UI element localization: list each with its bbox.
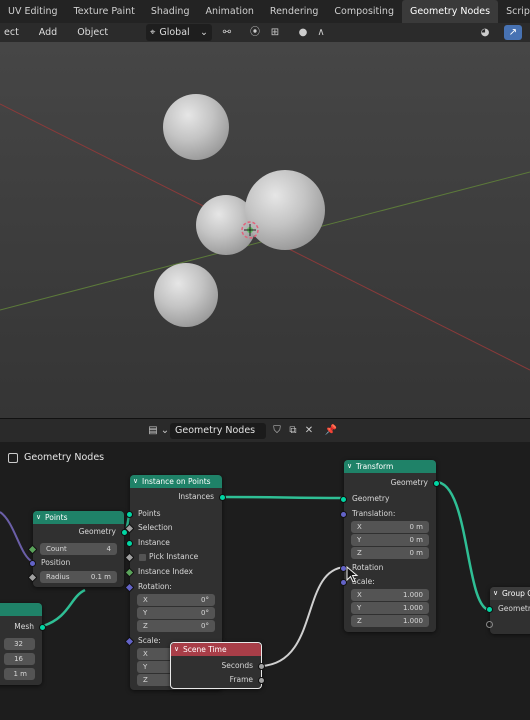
viewport-overlay-icon[interactable]: ◕ xyxy=(476,25,494,40)
translation-y-field[interactable]: Y0 m xyxy=(351,534,429,546)
fake-user-icon[interactable]: ⛉ xyxy=(270,423,284,439)
translation-label: Translation: xyxy=(352,509,396,518)
node-editor-canvas[interactable]: Geometry Nodes Points Geometry Count4 Po… xyxy=(0,442,530,720)
rings-field[interactable]: 16 xyxy=(4,653,35,665)
scale-y-field[interactable]: Y 1.000 xyxy=(351,602,429,614)
uv-sphere-node[interactable]: Mesh 32 16 1 m xyxy=(0,603,46,685)
orientation-value: Global xyxy=(159,27,190,38)
geometry-input-socket[interactable] xyxy=(486,606,493,613)
tab-compositing[interactable]: Compositing xyxy=(326,0,402,23)
orientation-icon: ⌖ xyxy=(150,27,156,38)
points-input-label: Points xyxy=(138,509,161,518)
seconds-output-label: Seconds xyxy=(221,661,253,670)
mouse-cursor-icon xyxy=(346,566,359,583)
selection-input-label: Selection xyxy=(138,523,173,532)
points-input-socket[interactable] xyxy=(126,511,133,518)
rotation-z-field[interactable]: Z 0° xyxy=(137,620,215,632)
pin-icon[interactable]: 📌 xyxy=(324,423,338,439)
menu-add[interactable]: Add xyxy=(35,27,61,38)
translation-x-field[interactable]: X0 m xyxy=(351,521,429,533)
snap-target-icon[interactable]: ⊞ xyxy=(266,25,284,40)
instance-on-points-node-header[interactable]: Instance on Points xyxy=(130,475,222,488)
geometry-input-socket[interactable] xyxy=(340,496,347,503)
duplicate-icon[interactable]: ⧉ xyxy=(286,423,300,439)
pick-instance-checkbox[interactable] xyxy=(139,554,146,561)
viewport-header: ect Add Object ⌖ Global ⌄ ⚯ ⦿ ⊞ ● ∧ ◕ ↗ xyxy=(0,23,530,42)
instances-output-label: Instances xyxy=(178,492,214,501)
geometry-output-socket[interactable] xyxy=(433,480,440,487)
segments-field[interactable]: 32 xyxy=(4,638,35,650)
translation-z-field[interactable]: Z0 m xyxy=(351,547,429,559)
snap-icon[interactable]: ⦿ xyxy=(246,25,264,40)
count-field[interactable]: Count 4 xyxy=(40,543,117,555)
geometry-input-label: Geometry xyxy=(352,494,390,503)
tab-animation[interactable]: Animation xyxy=(197,0,261,23)
radius-field[interactable]: 1 m xyxy=(4,668,35,680)
scale-x-field[interactable]: X 1.000 xyxy=(351,589,429,601)
menu-object[interactable]: Object xyxy=(73,27,112,38)
position-input-socket[interactable] xyxy=(29,560,36,567)
uv-sphere-node-header[interactable] xyxy=(0,603,42,616)
menu-object-partial[interactable]: ect xyxy=(0,27,23,38)
empty-input-socket[interactable] xyxy=(486,621,493,628)
rotation-x-field[interactable]: X 0° xyxy=(137,594,215,606)
scene-time-node[interactable]: Scene Time Seconds Frame xyxy=(170,642,265,689)
tab-scripting[interactable]: Scripting xyxy=(498,0,530,23)
geometry-output-label: Geometry xyxy=(390,478,428,487)
node-editor-header: ▤ ⌄ Geometry Nodes ⛉ ⧉ ✕ 📌 xyxy=(0,418,530,442)
falloff-icon[interactable]: ∧ xyxy=(312,25,330,40)
instances-output-socket[interactable] xyxy=(219,494,226,501)
scale-z-field[interactable]: Z 1.000 xyxy=(351,615,429,627)
tab-shading[interactable]: Shading xyxy=(143,0,198,23)
instance-input-label: Instance xyxy=(138,538,170,547)
group-output-node[interactable]: Group O Geometry xyxy=(486,587,530,634)
node-tree-name-field[interactable]: Geometry Nodes xyxy=(170,423,266,439)
gizmo-icon[interactable]: ↗ xyxy=(504,25,522,40)
rotation-label: Rotation: xyxy=(138,582,172,591)
origin-icon xyxy=(241,221,259,239)
instance-index-label: Instance Index xyxy=(138,567,193,576)
tab-rendering[interactable]: Rendering xyxy=(262,0,327,23)
close-icon[interactable]: ✕ xyxy=(302,423,316,439)
group-output-node-header[interactable]: Group O xyxy=(490,587,530,600)
pivot-icon[interactable]: ⚯ xyxy=(218,25,236,40)
mesh-output-socket[interactable] xyxy=(39,624,46,631)
3d-viewport[interactable] xyxy=(0,42,530,418)
geometry-input-label: Geometry xyxy=(498,604,530,613)
transform-node-header[interactable]: Transform xyxy=(344,460,436,473)
transform-orientation-dropdown[interactable]: ⌖ Global ⌄ xyxy=(146,24,212,41)
points-node[interactable]: Points Geometry Count4 Position Radius0.… xyxy=(27,511,128,587)
frame-output-label: Frame xyxy=(229,675,253,684)
scene-time-node-header[interactable]: Scene Time xyxy=(171,643,261,656)
seconds-output-socket[interactable] xyxy=(258,663,265,670)
rotation-y-field[interactable]: Y 0° xyxy=(137,607,215,619)
translation-input-socket[interactable] xyxy=(340,511,347,518)
instance-input-socket[interactable] xyxy=(126,540,133,547)
tab-geometry-nodes[interactable]: Geometry Nodes xyxy=(401,0,499,23)
frame-output-socket[interactable] xyxy=(258,677,265,684)
tab-uv-editing[interactable]: UV Editing xyxy=(0,0,66,23)
scale-label: Scale: xyxy=(138,636,161,645)
transform-node[interactable]: Transform Geometry Geometry Translation:… xyxy=(340,460,440,632)
proportional-edit-icon[interactable]: ● xyxy=(294,25,312,40)
points-node-header[interactable]: Points xyxy=(33,511,124,524)
radius-field[interactable]: Radius 0.1 m xyxy=(40,571,117,583)
pick-instance-label: Pick Instance xyxy=(149,552,199,561)
mesh-output-label: Mesh xyxy=(14,622,34,631)
geometry-output-label: Geometry xyxy=(78,527,116,536)
position-input-label: Position xyxy=(41,558,71,567)
chevron-down-icon: ⌄ xyxy=(200,27,208,38)
workspace-tabs: UV Editing Texture Paint Shading Animati… xyxy=(0,0,530,23)
tab-texture-paint[interactable]: Texture Paint xyxy=(66,0,143,23)
